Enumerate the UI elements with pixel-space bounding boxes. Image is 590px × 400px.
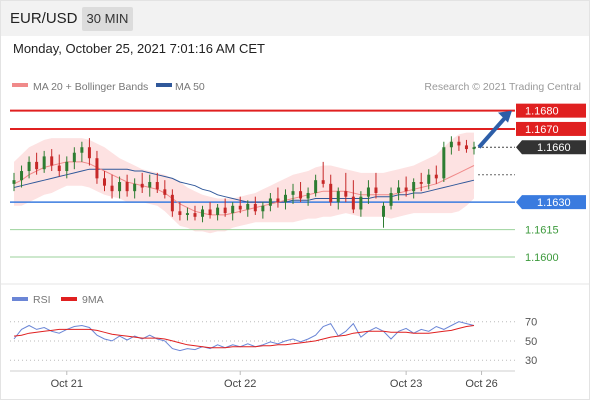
candle-body	[246, 203, 250, 210]
candle-body	[140, 183, 144, 188]
candle-body	[351, 196, 355, 210]
candle-body	[442, 147, 446, 179]
chart-canvas: 1.1680 1.1670 1.1660 1.1630 1.1615 1.1600 MA …	[0, 81, 590, 390]
level-labels: 1.1680 1.1670 1.1660 1.1630 1.1615 1.1600	[516, 103, 586, 264]
candle-body	[472, 147, 476, 150]
candle-body	[35, 161, 39, 170]
candle-body	[201, 209, 205, 217]
ma20-legend-label: MA 20 + Bollinger Bands	[33, 81, 148, 93]
ma20-legend-swatch	[12, 83, 28, 87]
candle-body	[170, 194, 174, 212]
candle-body	[329, 183, 333, 203]
ma50-legend-swatch	[156, 83, 172, 87]
candle-body	[27, 161, 31, 172]
candle-body	[110, 185, 114, 192]
support-label: 1.1630	[537, 197, 571, 209]
rsi-ma-legend-swatch	[61, 297, 77, 301]
candle-body	[276, 198, 280, 203]
candle-body	[102, 178, 106, 186]
target-support-label: 1.1600	[525, 252, 559, 264]
candle-body	[193, 213, 197, 217]
resistance-label: 1.1680	[525, 106, 559, 118]
candle-body	[50, 156, 54, 166]
candle-body	[216, 207, 220, 215]
candle-body	[283, 194, 287, 203]
candle-body	[118, 182, 122, 192]
candle-body	[314, 180, 318, 193]
projection-arrow-shaft	[477, 115, 508, 149]
x-tick-label: Oct 26	[465, 378, 497, 390]
candle-body	[464, 145, 468, 150]
candle-body	[336, 191, 340, 203]
resistance-label: 1.1670	[525, 124, 559, 136]
candle-body	[291, 191, 295, 195]
candle-body	[185, 213, 189, 215]
candle-body	[87, 147, 91, 159]
candle-body	[299, 191, 303, 199]
candle-body	[155, 182, 159, 190]
rsi-legend-swatch	[12, 297, 28, 301]
candle-body	[12, 180, 16, 184]
rsi-legend-label: RSI	[33, 294, 51, 306]
candle-body	[125, 182, 129, 192]
candle-body	[95, 158, 99, 179]
candle-body	[133, 183, 137, 192]
candle-body	[231, 205, 235, 214]
candle-body	[238, 205, 242, 210]
candle-body	[20, 171, 24, 181]
candle-body	[65, 161, 69, 172]
x-tick-label: Oct 21	[51, 378, 83, 390]
x-axis: Oct 21 Oct 22 Oct 23 Oct 26	[51, 371, 498, 390]
candle-body	[427, 174, 431, 184]
candle-body	[148, 182, 152, 188]
candle-body	[412, 182, 416, 192]
candle-body	[434, 174, 438, 179]
candle-body	[359, 196, 363, 210]
candle-body	[389, 192, 393, 206]
candle-body	[306, 192, 310, 199]
candle-body	[374, 187, 378, 193]
candle-body	[268, 198, 272, 206]
rsi-panel: 70 50 30	[10, 317, 537, 367]
candle-body	[72, 152, 76, 162]
candle-body	[178, 211, 182, 215]
candle-body	[366, 187, 370, 197]
candle-body	[42, 156, 46, 170]
candle-body	[382, 205, 386, 217]
rsi-tick-label: 70	[525, 317, 537, 329]
x-tick-label: Oct 22	[224, 378, 256, 390]
current-price-label: 1.1660	[537, 142, 571, 154]
candle-body	[457, 141, 461, 146]
x-tick-label: Oct 23	[390, 378, 422, 390]
copyright-text: Research © 2021 Trading Central	[424, 81, 581, 93]
rsi-ma-legend-label: 9MA	[82, 294, 104, 306]
candle-body	[397, 187, 401, 193]
ma50-legend-label: MA 50	[175, 81, 205, 93]
candle-body	[261, 205, 265, 212]
candle-body	[163, 189, 167, 195]
candle-body	[80, 147, 84, 153]
candle-body	[253, 203, 257, 212]
candle-body	[419, 182, 423, 184]
candle-body	[57, 165, 61, 172]
candle-body	[449, 141, 453, 148]
target-support-label: 1.1615	[525, 225, 559, 237]
candle-body	[404, 187, 408, 192]
candle-body	[321, 180, 325, 184]
candle-body	[223, 207, 227, 214]
candle-body	[208, 209, 212, 215]
rsi-tick-label: 50	[525, 336, 537, 348]
rsi-tick-label: 30	[525, 355, 537, 367]
candle-body	[344, 191, 348, 197]
